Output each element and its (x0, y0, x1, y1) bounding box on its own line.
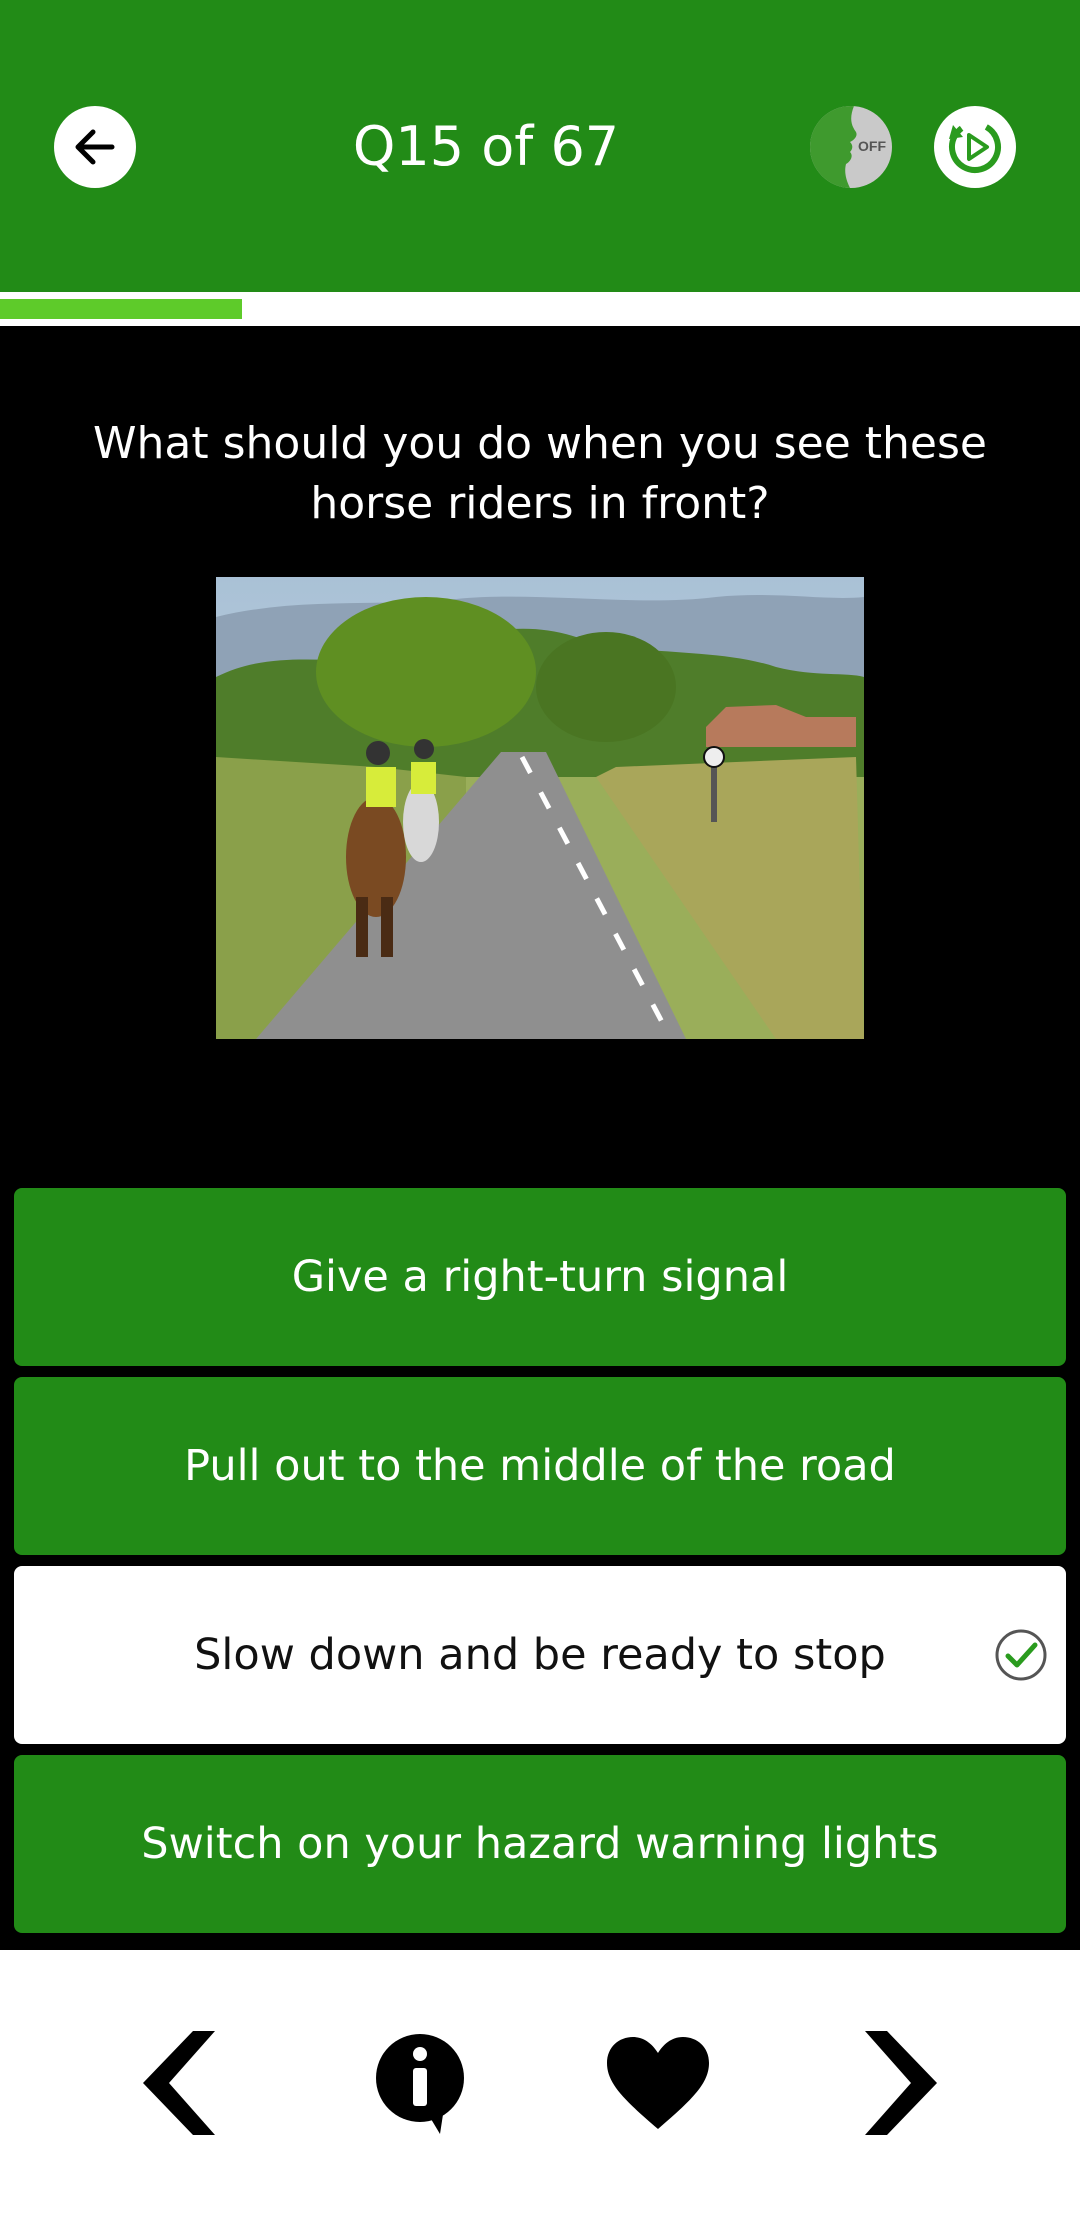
voice-toggle-state: OFF (858, 138, 886, 154)
info-button[interactable] (365, 2018, 475, 2148)
voice-toggle-button[interactable]: OFF (810, 106, 892, 188)
heart-icon (607, 2037, 709, 2129)
replay-icon (949, 121, 1001, 174)
answer-option-label: Pull out to the middle of the road (184, 1441, 896, 1491)
info-icon (376, 2034, 464, 2134)
answer-option-4[interactable]: Switch on your hazard warning lights (14, 1755, 1066, 1933)
replay-button[interactable] (934, 106, 1016, 188)
progress-bar (0, 292, 1080, 326)
previous-question-button[interactable] (130, 2018, 240, 2148)
progress-fill (0, 299, 242, 319)
answer-option-1[interactable]: Give a right-turn signal (14, 1188, 1066, 1366)
header-bar: Q15 of 67 OFF (0, 0, 1080, 292)
answer-option-2[interactable]: Pull out to the middle of the road (14, 1377, 1066, 1555)
question-text: What should you do when you see these ho… (93, 418, 987, 529)
chevron-right-icon (865, 2031, 937, 2135)
chevron-left-icon (143, 2031, 215, 2135)
next-question-button[interactable] (840, 2018, 950, 2148)
question-image (216, 577, 864, 1039)
check-circle-icon (995, 1629, 1047, 1681)
answer-option-label: Give a right-turn signal (291, 1252, 789, 1302)
favorite-button[interactable] (603, 2018, 713, 2148)
answer-option-3[interactable]: Slow down and be ready to stop (14, 1566, 1066, 1744)
answer-option-label: Switch on your hazard warning lights (141, 1819, 939, 1869)
answer-option-label: Slow down and be ready to stop (194, 1630, 886, 1680)
